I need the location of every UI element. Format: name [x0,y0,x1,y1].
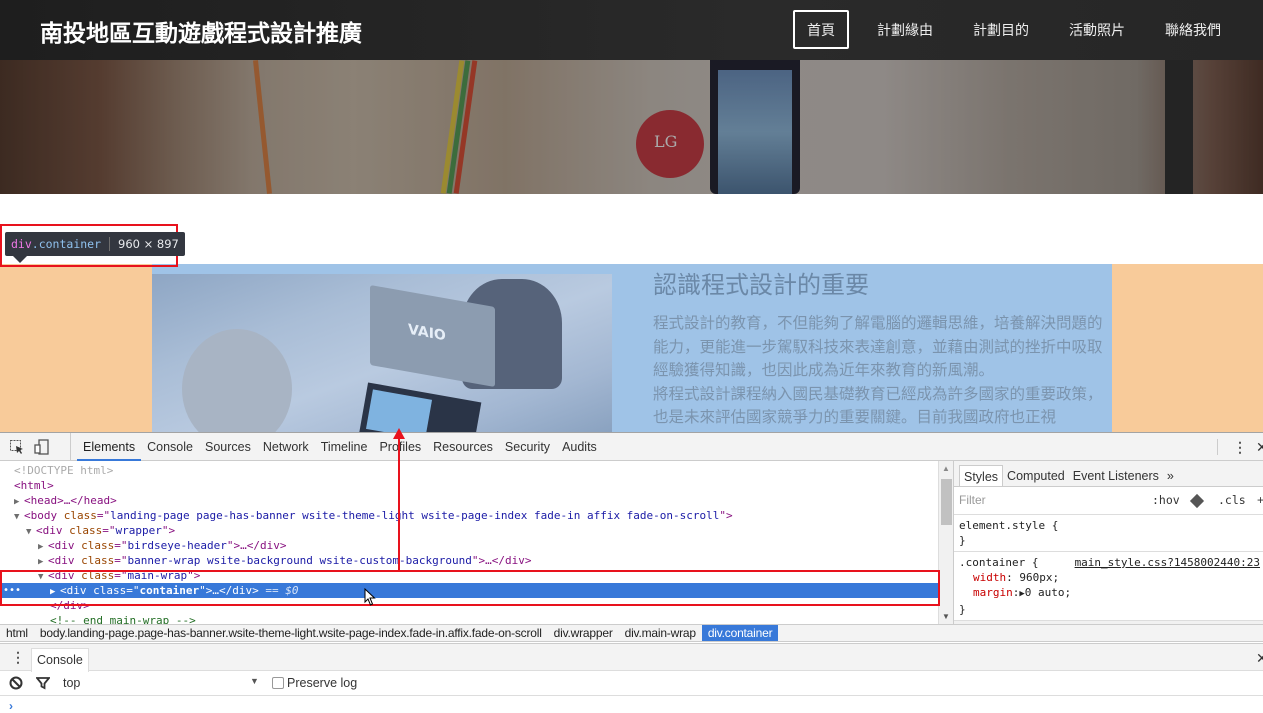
tab-resources[interactable]: Resources [427,433,499,461]
close-devtools-icon[interactable]: ✕ [1256,439,1263,456]
new-style-rule-button[interactable]: + [1257,493,1263,507]
element-style-rule[interactable]: element.style { } [954,515,1263,552]
nav-contact[interactable]: 聯絡我們 [1145,10,1241,49]
tab-security[interactable]: Security [499,433,556,461]
class-toggle[interactable]: .cls [1218,493,1246,507]
tab-elements[interactable]: Elements [77,433,142,461]
nav-plan-reason[interactable]: 計劃緣由 [857,10,953,49]
tab-timeline[interactable]: Timeline [315,433,374,461]
hover-state-toggle[interactable]: :hov [1152,493,1180,507]
dom-node-comment[interactable]: <!-- end main-wrap --> [0,613,938,624]
dom-node-container-selected[interactable]: ••• ▶ <div class="container">…</div> == $0 [0,583,938,598]
filter-icon[interactable] [35,676,51,693]
tab-styles[interactable]: Styles [959,465,1004,486]
nav-activity-photos[interactable]: 活動照片 [1049,10,1145,49]
clear-console-icon[interactable] [9,676,23,693]
article-paragraph: 將程式設計課程納入國民基礎教育已經成為許多國家的重要政策，也是未來評估國家競爭力… [653,384,1103,427]
tab-computed[interactable]: Computed [1003,465,1069,486]
dom-node-close-div[interactable]: </div> [0,598,938,613]
annotation-arrow-head [393,428,405,439]
preserve-log-checkbox[interactable] [272,677,284,689]
article-paragraph: 程式設計的教育，不但能夠了解電腦的邏輯思維，培養解決問題的能力，更能進一步駕馭科… [653,314,1103,379]
tab-event-listeners[interactable]: Event Listeners [1069,465,1163,486]
devtools-menu-icon[interactable]: ⋮ [1233,433,1247,461]
article-body: 程式設計的教育，不但能夠了解電腦的邏輯思維，培養解決問題的能力，更能進一步駕馭科… [653,312,1105,430]
styles-filter-bar: Filter :hov .cls + [954,487,1263,515]
site-nav: 首頁 計劃緣由 計劃目的 活動照片 聯絡我們 [793,10,1241,49]
stylesheet-source-link[interactable]: main_style.css?1458002440:23 [1075,555,1260,570]
elements-dom-tree: <!DOCTYPE html> <html> ▶ <head>…</head> ▼… [0,461,938,624]
inspect-tooltip: div.container 960 × 897 [5,232,185,263]
more-tabs-icon[interactable]: » [1163,465,1178,486]
close-drawer-icon[interactable]: ✕ [1256,650,1263,667]
students-coding-photo: VAIO [152,274,612,432]
elements-scrollbar[interactable]: ▲ ▼ [938,461,953,624]
scrollbar-thumb[interactable] [941,479,952,525]
dom-node-doctype[interactable]: <!DOCTYPE html> [0,463,938,478]
breadcrumb-item[interactable]: div.main-wrap [619,625,702,641]
site-title[interactable]: 南投地區互動遊戲程式設計推廣 [40,14,362,48]
article-title: 認識程式設計的重要 [653,271,869,299]
console-prompt[interactable]: › [9,699,13,713]
tab-audits[interactable]: Audits [556,433,603,461]
site-header: 南投地區互動遊戲程式設計推廣 首頁 計劃緣由 計劃目的 活動照片 聯絡我們 [0,0,1263,60]
breadcrumb-item[interactable]: div.wrapper [548,625,619,641]
styles-filter-input[interactable]: Filter [959,493,986,507]
more-options-icon[interactable]: ••• [3,583,21,598]
dom-node-wrapper[interactable]: ▼ <div class="wrapper"> [0,523,938,538]
scroll-up-icon[interactable]: ▲ [942,464,950,473]
annotation-arrow-line [398,432,400,570]
dom-node-banner-wrap[interactable]: ▶ <div class="banner-wrap wsite-backgroun… [0,553,938,568]
device-mode-icon[interactable] [34,439,50,455]
breadcrumb-item[interactable]: body.landing-page.page-has-banner.wsite-… [34,625,548,641]
tab-console[interactable]: Console [141,433,199,461]
devtools-toolbar: Elements Console Sources Network Timelin… [0,433,1263,461]
breadcrumb-item-active[interactable]: div.container [701,625,779,641]
chevron-down-icon[interactable]: ▼ [250,676,259,686]
inspect-element-icon[interactable] [9,439,25,455]
styles-pane: Styles Computed Event Listeners » Filter… [953,461,1263,624]
nav-home[interactable]: 首頁 [793,10,849,49]
container-style-rule[interactable]: .container { main_style.css?1458002440:2… [954,552,1263,621]
mouse-cursor-icon [364,587,376,610]
dom-breadcrumb: html body.landing-page.page-has-banner.w… [0,624,1263,642]
annotation-box-tooltip: div.container 960 × 897 [0,224,185,267]
drawer-tab-console[interactable]: Console [31,648,89,672]
dom-node-html[interactable]: <html> [0,478,938,493]
preserve-log-label[interactable]: Preserve log [287,676,357,690]
context-selector[interactable]: top [63,676,80,690]
drawer-toolbar: ⋮ Console ✕ [0,643,1263,672]
dom-node-main-wrap[interactable]: ▼ <div class="main-wrap"> [0,568,938,583]
scroll-down-icon[interactable]: ▼ [942,612,950,621]
dom-node-head[interactable]: ▶ <head>…</head> [0,493,938,508]
color-format-icon[interactable] [1189,493,1205,509]
nav-plan-goal[interactable]: 計劃目的 [953,10,1049,49]
devtools-tabs: Elements Console Sources Network Timelin… [70,433,603,461]
banner-image: LG [0,60,1263,194]
breadcrumb-item[interactable]: html [0,625,34,641]
devtools-panel: Elements Console Sources Network Timelin… [0,432,1263,713]
console-toolbar: top ▼ Preserve log [0,671,1263,696]
tab-network[interactable]: Network [257,433,315,461]
drawer-menu-icon[interactable]: ⋮ [11,643,25,671]
tab-sources[interactable]: Sources [199,433,257,461]
dom-node-birdseye-header[interactable]: ▶ <div class="birdseye-header">…</div> [0,538,938,553]
styles-tabs: Styles Computed Event Listeners » [954,461,1263,487]
web-page-viewport: 南投地區互動遊戲程式設計推廣 首頁 計劃緣由 計劃目的 活動照片 聯絡我們 LG… [0,0,1263,432]
dom-node-body[interactable]: ▼ <body class="landing-page page-has-bann… [0,508,938,523]
